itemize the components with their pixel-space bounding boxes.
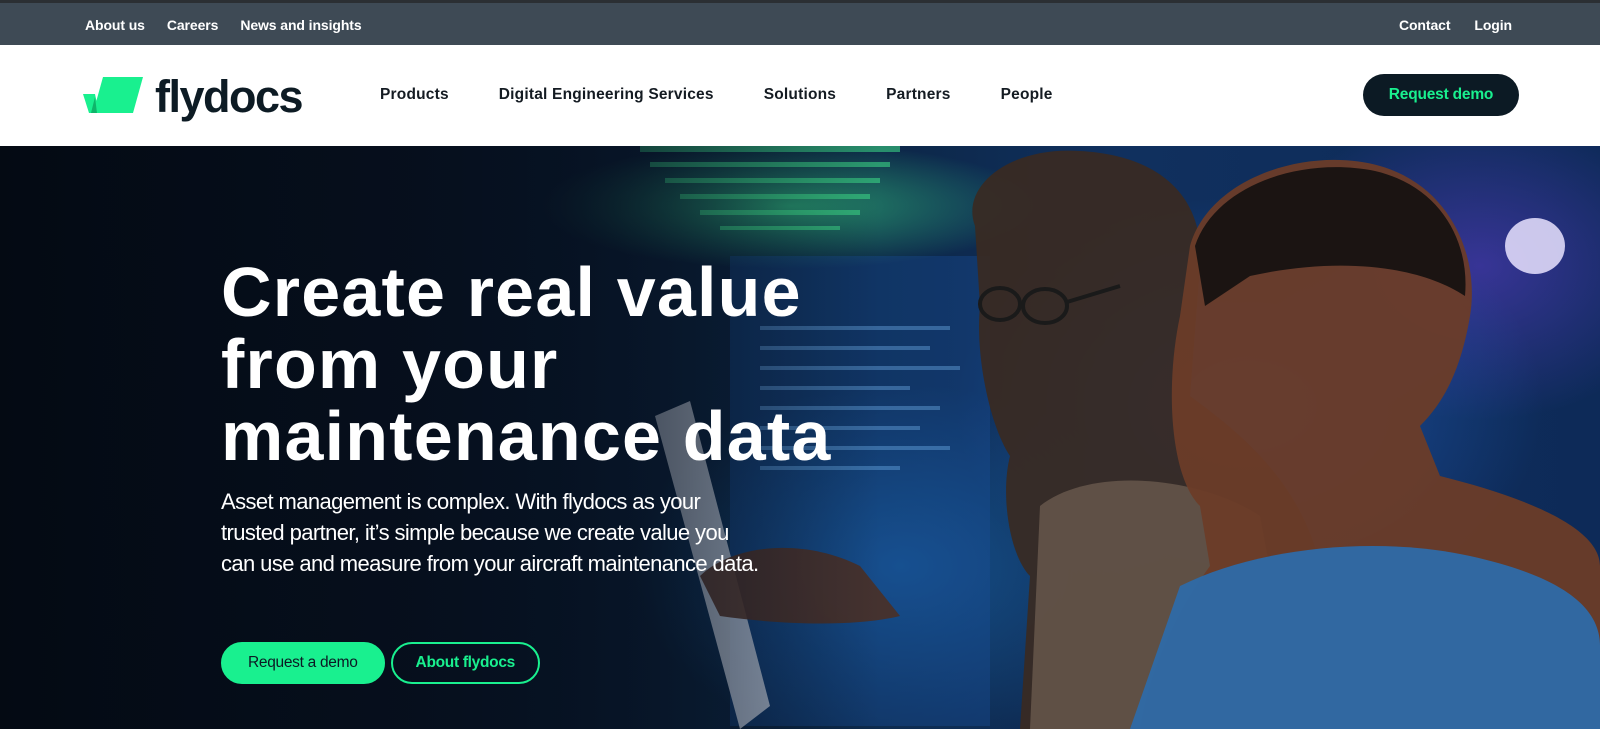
main-nav: flydocs Products Digital Engineering Ser…: [0, 45, 1600, 146]
hero-title-line: Create real value: [221, 253, 802, 331]
hero-subtitle: Asset management is complex. With flydoc…: [221, 489, 759, 576]
hero-title-line: from your: [221, 325, 559, 403]
login-link[interactable]: Login: [1474, 17, 1512, 33]
nav-item-people[interactable]: People: [1001, 86, 1053, 104]
utility-links-right: Contact Login: [1399, 17, 1512, 33]
hero-actions: Request a demo About flydocs: [221, 642, 540, 684]
hero-title-line: maintenance data: [221, 397, 832, 475]
utility-bar: About us Careers News and insights Conta…: [0, 0, 1600, 45]
request-demo-button[interactable]: Request demo: [1363, 74, 1519, 116]
hero-title: Create real value from your maintenance …: [221, 256, 861, 472]
news-and-insights-link[interactable]: News and insights: [240, 17, 361, 33]
nav-item-products[interactable]: Products: [380, 86, 449, 104]
careers-link[interactable]: Careers: [167, 17, 219, 33]
request-a-demo-button[interactable]: Request a demo: [221, 642, 385, 684]
logo-wordmark: flydocs: [155, 70, 304, 122]
flydocs-logo-icon: [83, 77, 143, 113]
utility-links-left: About us Careers News and insights: [85, 17, 362, 33]
about-us-link[interactable]: About us: [85, 17, 145, 33]
about-flydocs-button[interactable]: About flydocs: [390, 642, 540, 684]
nav-item-digital-engineering-services[interactable]: Digital Engineering Services: [499, 86, 714, 104]
hero-section: Create real value from your maintenance …: [0, 146, 1600, 729]
nav-item-solutions[interactable]: Solutions: [764, 86, 836, 104]
flydocs-logo[interactable]: flydocs: [83, 70, 304, 122]
primary-nav: Products Digital Engineering Services So…: [380, 86, 1053, 104]
contact-link[interactable]: Contact: [1399, 17, 1451, 33]
nav-item-partners[interactable]: Partners: [886, 86, 951, 104]
